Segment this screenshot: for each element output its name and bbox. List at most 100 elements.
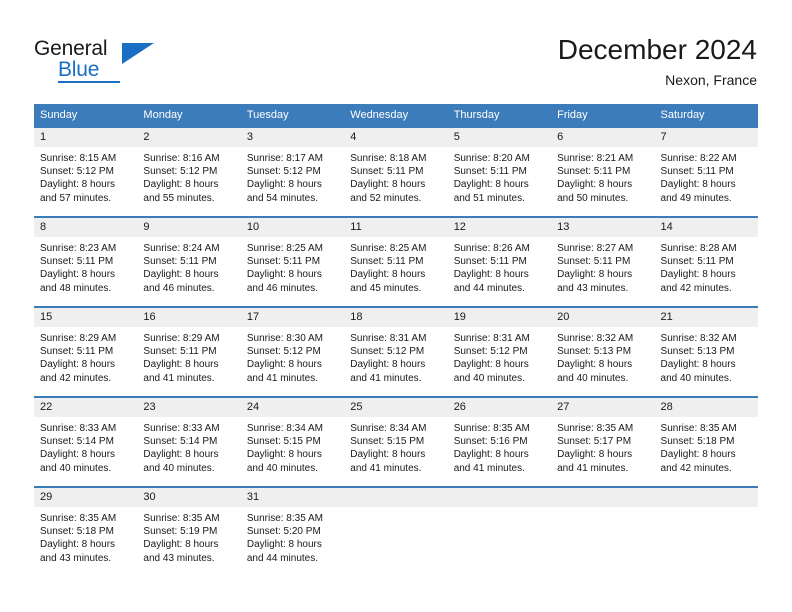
calendar-day-cell[interactable]: 16 Sunrise: 8:29 AM Sunset: 5:11 PM Dayligh… bbox=[137, 306, 241, 396]
sunset-text: Sunset: 5:11 PM bbox=[40, 346, 114, 358]
day-info: Sunrise: 8:32 AM Sunset: 5:13 PM Daylight:… bbox=[551, 327, 654, 385]
calendar-day-cell[interactable]: 24 Sunrise: 8:34 AM Sunset: 5:15 PM Dayligh… bbox=[240, 396, 345, 486]
day-info: Sunrise: 8:35 AM Sunset: 5:18 PM Daylight:… bbox=[34, 507, 137, 565]
calendar-day-cell[interactable]: 13 Sunrise: 8:27 AM Sunset: 5:11 PM Dayligh… bbox=[551, 216, 655, 306]
sunrise-text: Sunrise: 8:33 AM bbox=[143, 423, 220, 434]
daylight-text-line2: and 49 minutes. bbox=[660, 192, 732, 204]
sunset-text: Sunset: 5:16 PM bbox=[453, 436, 528, 448]
generalblue-logo[interactable]: General Blue bbox=[34, 36, 154, 86]
calendar-day-cell[interactable]: 7 Sunrise: 8:22 AM Sunset: 5:11 PM Daylight… bbox=[654, 126, 758, 216]
day-number: 17 bbox=[240, 308, 345, 327]
calendar-day-cell-empty bbox=[447, 486, 552, 576]
sunrise-text: Sunrise: 8:32 AM bbox=[557, 333, 634, 344]
daylight-text-line2: and 46 minutes. bbox=[143, 282, 215, 294]
calendar-day-cell[interactable]: 31 Sunrise: 8:35 AM Sunset: 5:20 PM Dayligh… bbox=[240, 486, 345, 576]
sunset-text: Sunset: 5:11 PM bbox=[246, 256, 321, 268]
calendar-day-cell[interactable]: 19 Sunrise: 8:31 AM Sunset: 5:12 PM Dayligh… bbox=[447, 306, 552, 396]
daylight-text-line2: and 40 minutes. bbox=[40, 462, 112, 474]
daylight-text-line1: Daylight: 8 hours bbox=[40, 269, 116, 281]
calendar-day-cell[interactable]: 30 Sunrise: 8:35 AM Sunset: 5:19 PM Dayligh… bbox=[137, 486, 241, 576]
sunrise-text: Sunrise: 8:25 AM bbox=[246, 243, 323, 254]
daylight-text-line1: Daylight: 8 hours bbox=[350, 179, 426, 191]
sunset-text: Sunset: 5:11 PM bbox=[350, 256, 424, 268]
daylight-text-line2: and 46 minutes. bbox=[246, 282, 319, 294]
calendar-day-cell[interactable]: 11 Sunrise: 8:25 AM Sunset: 5:11 PM Dayligh… bbox=[344, 216, 448, 306]
calendar-day-cell[interactable]: 23 Sunrise: 8:33 AM Sunset: 5:14 PM Dayligh… bbox=[137, 396, 241, 486]
day-cell-inner: 29 Sunrise: 8:35 AM Sunset: 5:18 PM Dayligh… bbox=[34, 486, 138, 576]
sunset-text: Sunset: 5:17 PM bbox=[557, 436, 632, 448]
calendar-day-cell[interactable]: 28 Sunrise: 8:35 AM Sunset: 5:18 PM Dayligh… bbox=[654, 396, 758, 486]
day-number: 13 bbox=[551, 218, 655, 237]
daylight-text-line1: Daylight: 8 hours bbox=[557, 449, 633, 461]
day-info: Sunrise: 8:31 AM Sunset: 5:12 PM Daylight:… bbox=[344, 327, 447, 385]
calendar-day-cell[interactable]: 17 Sunrise: 8:30 AM Sunset: 5:12 PM Dayligh… bbox=[240, 306, 345, 396]
day-number: 20 bbox=[551, 308, 655, 327]
calendar-day-cell[interactable]: 9 Sunrise: 8:24 AM Sunset: 5:11 PM Daylight… bbox=[137, 216, 241, 306]
day-number: 19 bbox=[447, 308, 552, 327]
day-info: Sunrise: 8:34 AM Sunset: 5:15 PM Daylight:… bbox=[241, 417, 344, 475]
logo-triangle-icon bbox=[122, 43, 154, 64]
calendar-week-row: 8 Sunrise: 8:23 AM Sunset: 5:11 PM Daylight… bbox=[34, 216, 758, 306]
calendar-day-cell[interactable]: 18 Sunrise: 8:31 AM Sunset: 5:12 PM Dayligh… bbox=[344, 306, 448, 396]
daylight-text-line1: Daylight: 8 hours bbox=[453, 359, 529, 371]
calendar-day-cell[interactable]: 21 Sunrise: 8:32 AM Sunset: 5:13 PM Dayligh… bbox=[654, 306, 758, 396]
sunset-text: Sunset: 5:11 PM bbox=[453, 256, 527, 268]
calendar-day-cell[interactable]: 25 Sunrise: 8:34 AM Sunset: 5:15 PM Dayligh… bbox=[344, 396, 448, 486]
daylight-text-line1: Daylight: 8 hours bbox=[40, 359, 116, 371]
daylight-text-line2: and 48 minutes. bbox=[40, 282, 112, 294]
calendar-day-cell[interactable]: 29 Sunrise: 8:35 AM Sunset: 5:18 PM Dayligh… bbox=[34, 486, 138, 576]
logo-blue-text: Blue bbox=[58, 58, 100, 81]
day-info: Sunrise: 8:34 AM Sunset: 5:15 PM Daylight:… bbox=[344, 417, 447, 475]
page-subtitle: Nexon, France bbox=[665, 72, 757, 88]
calendar-day-cell[interactable]: 10 Sunrise: 8:25 AM Sunset: 5:11 PM Dayligh… bbox=[240, 216, 345, 306]
calendar-day-cell[interactable]: 3 Sunrise: 8:17 AM Sunset: 5:12 PM Daylight… bbox=[240, 126, 345, 216]
calendar-day-cell[interactable]: 5 Sunrise: 8:20 AM Sunset: 5:11 PM Daylight… bbox=[447, 126, 552, 216]
day-number: 14 bbox=[654, 218, 758, 237]
daylight-text-line1: Daylight: 8 hours bbox=[453, 449, 529, 461]
page-title: December 2024 bbox=[557, 34, 757, 65]
day-info: Sunrise: 8:35 AM Sunset: 5:20 PM Daylight:… bbox=[241, 507, 344, 565]
calendar-day-cell[interactable]: 4 Sunrise: 8:18 AM Sunset: 5:11 PM Daylight… bbox=[344, 126, 448, 216]
day-cell-inner: 6 Sunrise: 8:21 AM Sunset: 5:11 PM Daylight… bbox=[551, 126, 655, 216]
day-cell-inner: 4 Sunrise: 8:18 AM Sunset: 5:11 PM Daylight… bbox=[344, 126, 448, 216]
calendar-day-cell[interactable]: 6 Sunrise: 8:21 AM Sunset: 5:11 PM Daylight… bbox=[551, 126, 655, 216]
calendar-day-cell[interactable]: 12 Sunrise: 8:26 AM Sunset: 5:11 PM Dayligh… bbox=[447, 216, 552, 306]
sunrise-text: Sunrise: 8:29 AM bbox=[40, 333, 117, 344]
weekday-header-monday: Monday bbox=[137, 104, 241, 126]
calendar-day-cell[interactable]: 2 Sunrise: 8:16 AM Sunset: 5:12 PM Daylight… bbox=[137, 126, 241, 216]
calendar-week-row: 29 Sunrise: 8:35 AM Sunset: 5:18 PM Dayligh… bbox=[34, 486, 758, 576]
daylight-text-line2: and 40 minutes. bbox=[246, 462, 319, 474]
sunset-text: Sunset: 5:12 PM bbox=[350, 346, 425, 358]
calendar-day-cell-empty bbox=[654, 486, 758, 576]
sunset-text: Sunset: 5:18 PM bbox=[660, 436, 735, 448]
page-header: General Blue December 2024 Nexon, France bbox=[0, 0, 792, 100]
sunset-text: Sunset: 5:11 PM bbox=[660, 166, 734, 178]
calendar-day-cell[interactable]: 1 Sunrise: 8:15 AM Sunset: 5:12 PM Daylight… bbox=[34, 126, 138, 216]
calendar-day-cell[interactable]: 14 Sunrise: 8:28 AM Sunset: 5:11 PM Dayligh… bbox=[654, 216, 758, 306]
sunset-text: Sunset: 5:11 PM bbox=[557, 256, 631, 268]
sunrise-text: Sunrise: 8:25 AM bbox=[350, 243, 427, 254]
calendar-day-cell[interactable]: 15 Sunrise: 8:29 AM Sunset: 5:11 PM Dayligh… bbox=[34, 306, 138, 396]
calendar-day-cell[interactable]: 22 Sunrise: 8:33 AM Sunset: 5:14 PM Dayligh… bbox=[34, 396, 138, 486]
calendar-day-cell[interactable]: 8 Sunrise: 8:23 AM Sunset: 5:11 PM Daylight… bbox=[34, 216, 138, 306]
day-cell-inner: 15 Sunrise: 8:29 AM Sunset: 5:11 PM Dayligh… bbox=[34, 306, 138, 396]
daylight-text-line2: and 41 minutes. bbox=[557, 462, 629, 474]
calendar-day-cell[interactable]: 26 Sunrise: 8:35 AM Sunset: 5:16 PM Dayligh… bbox=[447, 396, 552, 486]
logo-underline bbox=[58, 81, 120, 83]
day-info: Sunrise: 8:17 AM Sunset: 5:12 PM Daylight:… bbox=[241, 147, 344, 205]
day-info: Sunrise: 8:18 AM Sunset: 5:11 PM Daylight:… bbox=[344, 147, 447, 205]
daylight-text-line1: Daylight: 8 hours bbox=[350, 269, 426, 281]
day-number: 31 bbox=[240, 488, 345, 507]
day-number: 2 bbox=[137, 128, 241, 147]
calendar-day-cell-empty bbox=[551, 486, 655, 576]
calendar-day-cell[interactable]: 20 Sunrise: 8:32 AM Sunset: 5:13 PM Dayligh… bbox=[551, 306, 655, 396]
day-cell-inner bbox=[344, 486, 448, 576]
daylight-text-line1: Daylight: 8 hours bbox=[246, 449, 322, 461]
day-info: Sunrise: 8:35 AM Sunset: 5:18 PM Daylight:… bbox=[655, 417, 758, 475]
day-info: Sunrise: 8:29 AM Sunset: 5:11 PM Daylight:… bbox=[137, 327, 240, 385]
calendar-day-cell[interactable]: 27 Sunrise: 8:35 AM Sunset: 5:17 PM Dayligh… bbox=[551, 396, 655, 486]
daylight-text-line2: and 42 minutes. bbox=[660, 462, 732, 474]
sunset-text: Sunset: 5:11 PM bbox=[453, 166, 527, 178]
day-number: 23 bbox=[137, 398, 241, 417]
sunset-text: Sunset: 5:12 PM bbox=[246, 346, 321, 358]
